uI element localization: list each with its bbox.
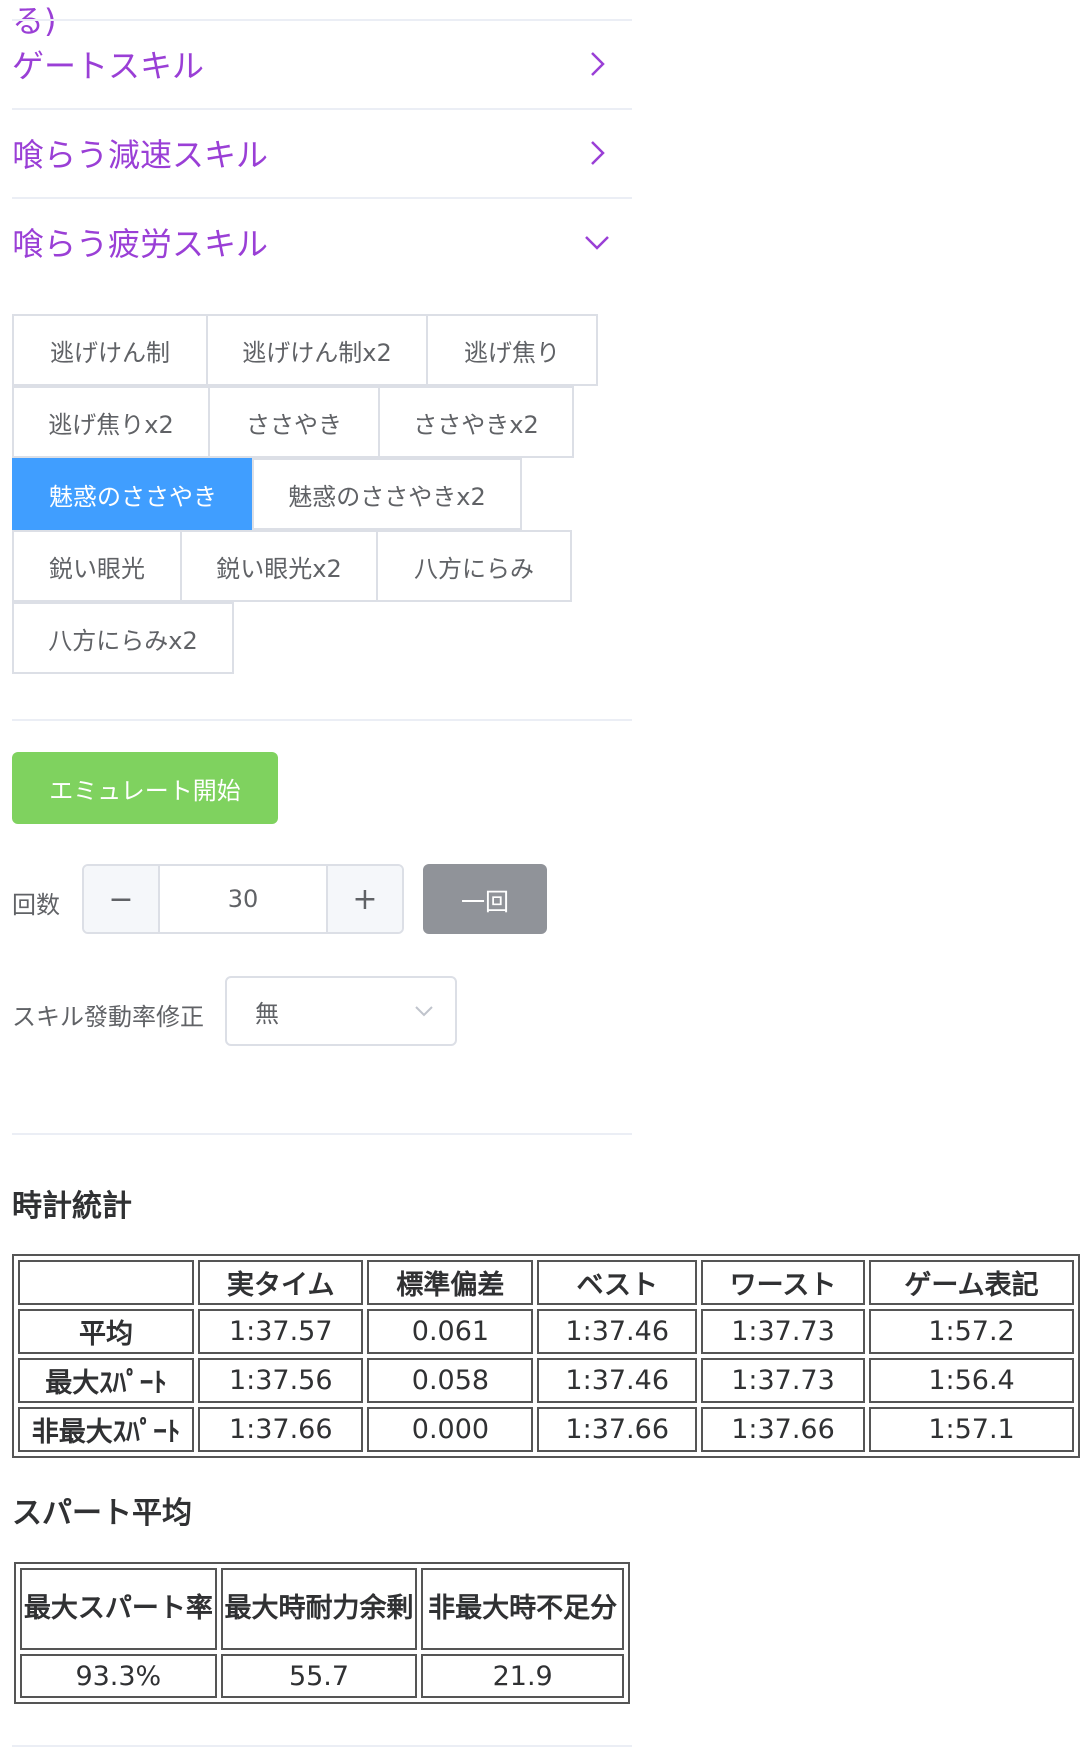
clock-stats-table: 実タイム 標準偏差 ベスト ワースト ゲーム表記 平均 1:37.57 0.06… <box>12 1254 1080 1458</box>
table-cell: 1:37.57 <box>198 1309 364 1354</box>
spurt-average-table: 最大スパート率 最大時耐力余剰 非最大時不足分 93.3% 55.7 21.9 <box>14 1562 630 1704</box>
table-cell: 93.3% <box>20 1654 217 1698</box>
skill-chip[interactable]: 鋭い眼光x2 <box>180 530 378 602</box>
row-header-cell: 平均 <box>18 1309 195 1354</box>
count-stepper: − 30 + <box>82 864 404 934</box>
skill-chip[interactable]: ささやき <box>208 386 380 458</box>
table-cell: 0.000 <box>367 1407 534 1452</box>
table-cell: 1:37.56 <box>198 1358 364 1403</box>
table-cell: 1:37.66 <box>198 1407 364 1452</box>
collapse-title-label: ゲートスキル <box>12 47 205 85</box>
table-cell: 1:37.66 <box>700 1407 866 1452</box>
table-row: 93.3% 55.7 21.9 <box>20 1654 624 1698</box>
collapse-fatigue-skill[interactable]: 喰らう疲労スキル <box>12 198 632 286</box>
table-cell: 1:37.73 <box>700 1309 866 1354</box>
table-header-cell: 最大時耐力余剰 <box>220 1568 418 1650</box>
count-input[interactable]: 30 <box>160 866 326 932</box>
run-once-button[interactable]: 一回 <box>423 864 547 934</box>
table-row: 非最大ｽﾊﾟｰﾄ 1:37.66 0.000 1:37.66 1:37.66 1… <box>18 1407 1074 1452</box>
divider <box>12 1133 632 1135</box>
table-cell: 1:57.1 <box>869 1407 1074 1452</box>
chevron-right-icon <box>591 141 605 165</box>
divider <box>12 1745 632 1747</box>
spurt-average-heading: スパート平均 <box>12 1496 192 1531</box>
table-cell: 1:57.2 <box>869 1309 1074 1354</box>
clock-stats-heading: 時計統計 <box>12 1189 132 1224</box>
collapse-gate-skill[interactable]: ゲートスキル <box>12 20 632 108</box>
table-header-cell: 最大スパート率 <box>20 1568 217 1650</box>
chevron-down-icon <box>585 236 609 250</box>
table-header-cell: ベスト <box>537 1260 697 1305</box>
skill-chip[interactable]: 魅惑のささやきx2 <box>252 458 522 530</box>
chevron-right-icon <box>591 52 605 76</box>
table-header-cell: 標準偏差 <box>367 1260 534 1305</box>
skill-chip[interactable]: 八方にらみx2 <box>12 602 234 674</box>
table-header-cell: ゲーム表記 <box>869 1260 1074 1305</box>
table-header-cell: 実タイム <box>198 1260 364 1305</box>
skill-rate-value: 無 <box>255 999 279 1028</box>
skill-chip[interactable]: 逃げ焦り <box>426 314 598 386</box>
skill-chip[interactable]: ささやきx2 <box>378 386 574 458</box>
skill-chip[interactable]: 八方にらみ <box>376 530 572 602</box>
collapse-title-label: 喰らう減速スキル <box>12 136 269 174</box>
table-cell: 1:37.66 <box>537 1407 697 1452</box>
table-header-cell <box>18 1260 195 1305</box>
table-cell: 0.058 <box>367 1358 534 1403</box>
skill-chip[interactable]: 鋭い眼光 <box>12 530 182 602</box>
table-header-row: 最大スパート率 最大時耐力余剰 非最大時不足分 <box>20 1568 624 1650</box>
decrement-button[interactable]: − <box>84 866 160 932</box>
divider <box>12 719 632 721</box>
count-label: 回数 <box>12 891 60 919</box>
table-header-cell: 非最大時不足分 <box>421 1568 624 1650</box>
collapse-deceleration-skill[interactable]: 喰らう減速スキル <box>12 109 632 197</box>
table-cell: 1:37.46 <box>537 1358 697 1403</box>
table-cell: 55.7 <box>220 1654 418 1698</box>
table-cell: 21.9 <box>421 1654 624 1698</box>
increment-button[interactable]: + <box>326 866 402 932</box>
table-header-row: 実タイム 標準偏差 ベスト ワースト ゲーム表記 <box>18 1260 1074 1305</box>
table-cell: 0.061 <box>367 1309 534 1354</box>
table-cell: 1:37.73 <box>700 1358 866 1403</box>
skill-chip[interactable]: 逃げ焦りx2 <box>12 386 210 458</box>
chevron-down-icon <box>415 1006 433 1017</box>
skill-rate-label: スキル發動率修正 <box>12 1003 204 1031</box>
table-row: 平均 1:37.57 0.061 1:37.46 1:37.73 1:57.2 <box>18 1309 1074 1354</box>
table-cell: 1:37.46 <box>537 1309 697 1354</box>
table-row: 最大ｽﾊﾟｰﾄ 1:37.56 0.058 1:37.46 1:37.73 1:… <box>18 1358 1074 1403</box>
collapse-title-label: 喰らう疲労スキル <box>12 225 269 263</box>
row-header-cell: 最大ｽﾊﾟｰﾄ <box>18 1358 195 1403</box>
row-header-cell: 非最大ｽﾊﾟｰﾄ <box>18 1407 195 1452</box>
skill-chip[interactable]: 逃げけん制 <box>12 314 208 386</box>
start-emulation-button[interactable]: エミュレート開始 <box>12 752 278 824</box>
skill-chip[interactable]: 逃げけん制x2 <box>206 314 428 386</box>
skill-chip-active[interactable]: 魅惑のささやき <box>12 458 254 530</box>
table-cell: 1:56.4 <box>869 1358 1074 1403</box>
skill-rate-select[interactable]: 無 <box>225 976 457 1046</box>
table-header-cell: ワースト <box>700 1260 866 1305</box>
